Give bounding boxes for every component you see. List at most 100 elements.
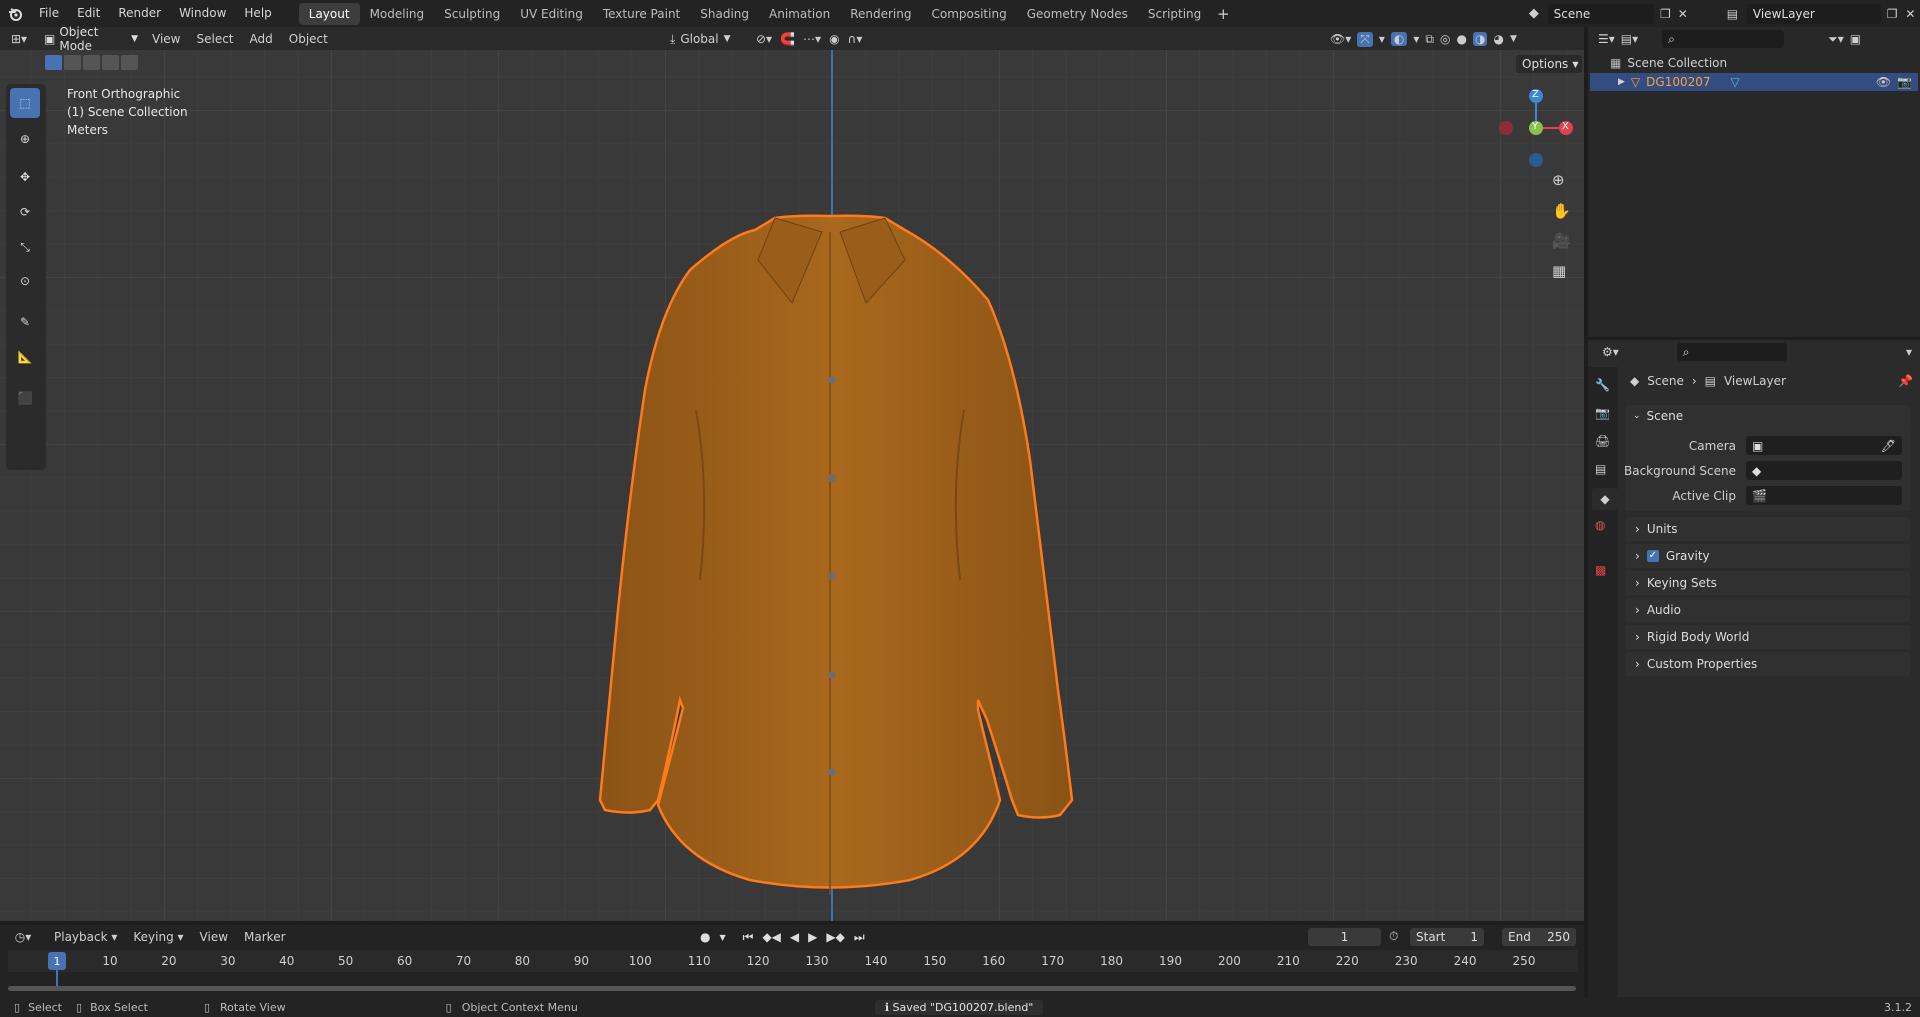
solid-shading-icon[interactable]: ● bbox=[1456, 32, 1466, 46]
visibility-icon[interactable]: 👁▾ bbox=[1330, 32, 1351, 46]
outliner-row-object[interactable]: ▶ ▽ DG100207 ▽ 👁 📷 bbox=[1590, 73, 1918, 91]
cursor-tool[interactable]: ⊕ bbox=[10, 124, 40, 154]
menu-view[interactable]: View bbox=[144, 28, 188, 50]
shirt-model[interactable] bbox=[560, 160, 1100, 900]
grid-toggle-icon[interactable]: ▦ bbox=[1552, 262, 1566, 280]
camera-field[interactable]: ▣ 🖊 bbox=[1746, 436, 1902, 455]
tab-geometry-nodes[interactable]: Geometry Nodes bbox=[1017, 3, 1138, 25]
rigid-body-world-panel[interactable]: › Rigid Body World bbox=[1625, 625, 1910, 649]
view-layer-selector[interactable]: ▤ ViewLayer ❐ ✕ bbox=[1722, 3, 1917, 24]
copy-icon[interactable]: ❐ bbox=[1658, 7, 1672, 21]
active-clip-field[interactable]: 🎬 bbox=[1746, 486, 1902, 505]
camera-view-icon[interactable]: 🎥 bbox=[1552, 232, 1571, 250]
wireframe-shading-icon[interactable]: ◎ bbox=[1440, 32, 1450, 46]
scale-tool[interactable]: ⤡ bbox=[10, 232, 40, 262]
close-icon[interactable]: ✕ bbox=[1677, 7, 1690, 21]
outliner-editor-icon[interactable]: ☰▾ bbox=[1598, 32, 1615, 46]
transform-tool[interactable]: ⊙ bbox=[10, 266, 40, 296]
menu-object[interactable]: Object bbox=[281, 28, 336, 50]
prev-keyframe-icon[interactable]: ◆◀ bbox=[762, 930, 780, 944]
tab-texture-paint[interactable]: Texture Paint bbox=[593, 3, 690, 25]
overlay-toggle-icon[interactable]: ◐ bbox=[1390, 32, 1408, 46]
rendered-shading-icon[interactable]: ◕ bbox=[1493, 32, 1503, 46]
stopwatch-icon[interactable]: ⏱ bbox=[1389, 929, 1398, 944]
scene-panel-header[interactable]: ⌄ Scene bbox=[1625, 405, 1910, 427]
current-frame-field[interactable]: 1 bbox=[1308, 928, 1381, 946]
xray-icon[interactable]: ⧉ bbox=[1425, 32, 1434, 47]
start-frame-field[interactable]: Start 1 bbox=[1410, 928, 1484, 946]
pan-hand-icon[interactable]: ✋ bbox=[1552, 202, 1571, 220]
rotate-tool[interactable]: ⟳ bbox=[10, 197, 40, 227]
output-tab-icon[interactable]: 🖨 bbox=[1595, 434, 1610, 448]
editor-type-icon[interactable]: ⊞▾ bbox=[0, 32, 38, 46]
play-icon[interactable]: ▶ bbox=[808, 930, 817, 944]
chevron-down-icon[interactable]: ▾ bbox=[1906, 345, 1912, 359]
navigation-gizmo[interactable]: Z X Y bbox=[1496, 88, 1576, 168]
3d-viewport[interactable]: Z X Y ⊕ ✋ 🎥 ▦ Front Orthographic (1) Sce… bbox=[0, 50, 1584, 921]
menu-add[interactable]: Add bbox=[242, 28, 281, 50]
move-tool[interactable]: ✥ bbox=[10, 162, 40, 192]
gizmo-toggle-icon[interactable]: ⤧ bbox=[1357, 31, 1373, 47]
falloff-icon[interactable]: ∩▾ bbox=[848, 32, 863, 46]
filter-icon[interactable]: ⏷▾ bbox=[1828, 32, 1844, 47]
new-collection-icon[interactable]: ▣ bbox=[1850, 32, 1861, 46]
select-mode-buttons[interactable] bbox=[45, 55, 138, 70]
visibility-eye-icon[interactable]: 👁 bbox=[1876, 75, 1891, 89]
texture-tab-icon[interactable]: ▩ bbox=[1595, 563, 1606, 577]
select-subtract-icon[interactable] bbox=[83, 55, 100, 70]
tab-scripting[interactable]: Scripting bbox=[1138, 3, 1211, 25]
world-tab-icon[interactable]: ◍ bbox=[1595, 518, 1605, 532]
tab-uv-editing[interactable]: UV Editing bbox=[510, 3, 593, 25]
view-layer-name-field[interactable]: ViewLayer bbox=[1746, 3, 1881, 24]
outliner-search-input[interactable]: ⌕ bbox=[1662, 30, 1785, 48]
material-shading-icon[interactable]: ◑ bbox=[1472, 32, 1488, 46]
annotate-tool[interactable]: ✎ bbox=[10, 307, 40, 337]
display-mode-icon[interactable]: ▤▾ bbox=[1621, 32, 1638, 46]
gravity-panel[interactable]: › ✓ Gravity bbox=[1625, 544, 1910, 568]
jump-end-icon[interactable]: ⏭ bbox=[854, 930, 865, 945]
play-reverse-icon[interactable]: ◀ bbox=[790, 930, 799, 944]
copy-icon[interactable]: ❐ bbox=[1885, 7, 1900, 21]
outliner-row-scene-collection[interactable]: ▦ Scene Collection bbox=[1610, 54, 1727, 72]
units-panel[interactable]: › Units bbox=[1625, 517, 1910, 541]
eyedropper-icon[interactable]: 🖊 bbox=[1881, 439, 1896, 453]
gravity-checkbox[interactable]: ✓ bbox=[1646, 550, 1659, 562]
menu-help[interactable]: Help bbox=[235, 0, 280, 27]
measure-tool[interactable]: 📐 bbox=[10, 342, 40, 372]
jump-start-icon[interactable]: ⏮ bbox=[743, 930, 754, 945]
keying-menu[interactable]: Keying ▾ bbox=[125, 926, 191, 948]
tab-rendering[interactable]: Rendering bbox=[840, 3, 921, 25]
custom-properties-panel[interactable]: › Custom Properties bbox=[1625, 652, 1910, 676]
timeline-scrollbar[interactable] bbox=[8, 986, 1576, 991]
scene-selector[interactable]: ◆ Scene ❐ ✕ bbox=[1524, 3, 1689, 24]
mode-dropdown[interactable]: ▣ Object Mode ▼ bbox=[38, 25, 144, 53]
pin-icon[interactable]: 📌 bbox=[1898, 374, 1913, 388]
render-camera-icon[interactable]: 📷 bbox=[1897, 75, 1912, 89]
audio-panel[interactable]: › Audio bbox=[1625, 598, 1910, 622]
record-icon[interactable]: ● bbox=[700, 930, 710, 944]
tab-layout[interactable]: Layout bbox=[298, 2, 360, 25]
menu-select[interactable]: Select bbox=[188, 28, 241, 50]
timeline-editor-icon[interactable]: ◷▾ bbox=[0, 930, 46, 944]
tool-tab-icon[interactable]: 🔧 bbox=[1595, 378, 1610, 392]
select-new-icon[interactable] bbox=[45, 55, 62, 70]
options-button[interactable]: Options ▼ bbox=[1516, 55, 1582, 73]
playhead[interactable]: 1 bbox=[48, 952, 66, 970]
snap-target-icon[interactable]: ⋯▾ bbox=[803, 32, 821, 46]
select-box-tool[interactable]: ⬚ bbox=[10, 88, 40, 118]
chevron-down-icon[interactable]: ▼ bbox=[719, 933, 725, 942]
blender-logo-icon[interactable] bbox=[0, 0, 30, 27]
end-frame-field[interactable]: End 250 bbox=[1502, 928, 1576, 946]
pivot-icon[interactable]: ⊘▾ bbox=[756, 32, 772, 46]
add-workspace-icon[interactable]: + bbox=[1211, 5, 1235, 23]
scene-tab-icon[interactable]: ◆ bbox=[1592, 488, 1618, 510]
snap-icon[interactable]: 🧲 bbox=[780, 32, 795, 46]
add-cube-tool[interactable]: ⬛ bbox=[10, 383, 40, 413]
view-menu[interactable]: View bbox=[192, 926, 236, 948]
select-intersect-icon[interactable] bbox=[121, 55, 138, 70]
menu-file[interactable]: File bbox=[30, 0, 68, 27]
tab-shading[interactable]: Shading bbox=[690, 3, 759, 25]
select-extend-icon[interactable] bbox=[64, 55, 81, 70]
marker-menu[interactable]: Marker bbox=[236, 926, 293, 948]
tab-animation[interactable]: Animation bbox=[759, 3, 840, 25]
